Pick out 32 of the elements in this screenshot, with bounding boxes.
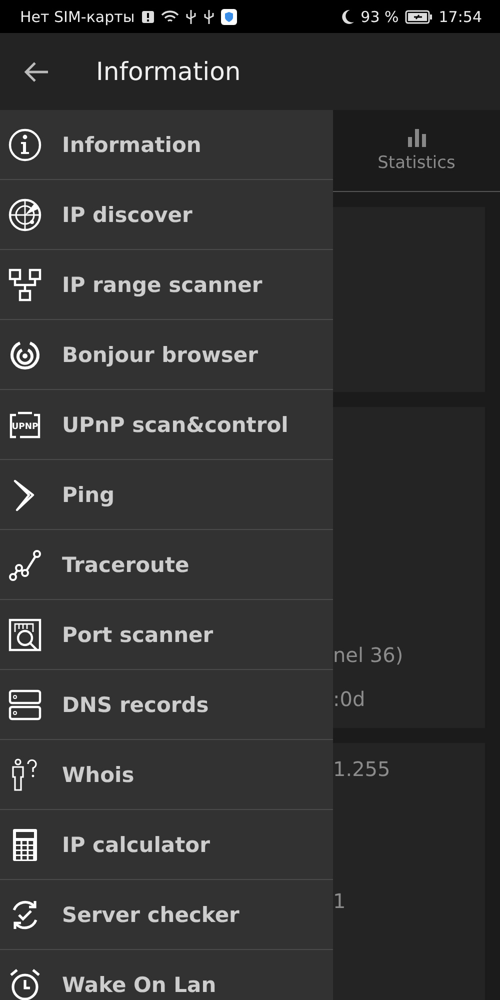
server-icon <box>8 688 42 722</box>
drawer-item[interactable]: IP range scanner <box>0 250 333 320</box>
drawer-item[interactable]: IP discover <box>0 180 333 250</box>
wifi-icon <box>160 10 179 24</box>
card-text: 1.255 <box>333 757 390 782</box>
drawer-item[interactable]: Bonjour browser <box>0 320 333 390</box>
card-text: 1 <box>333 889 346 914</box>
moon-icon <box>340 8 355 24</box>
back-arrow-icon[interactable] <box>24 60 50 82</box>
alert-icon <box>140 10 155 24</box>
drawer-item[interactable]: DNS records <box>0 670 333 740</box>
shield-icon <box>220 8 237 24</box>
screen-title: Information <box>96 57 241 86</box>
port-search-icon <box>8 618 42 652</box>
statistics-tab[interactable]: Statistics <box>333 110 500 192</box>
battery-charging-icon <box>404 10 433 24</box>
drawer-item[interactable]: IP calculator <box>0 810 333 880</box>
drawer-item[interactable]: Information <box>0 110 333 180</box>
card-text: :0d <box>333 686 366 711</box>
card-text: nel 36) <box>333 642 404 667</box>
usb-icon <box>184 8 197 24</box>
network-icon <box>8 268 42 302</box>
line-graph-icon <box>8 548 42 582</box>
usb-icon <box>202 8 215 24</box>
bar-chart-icon <box>406 128 426 147</box>
drawer-item[interactable]: Port scanner <box>0 600 333 670</box>
info-icon <box>8 128 42 162</box>
carrier-text: Нет SIM-карты <box>20 8 135 26</box>
alarm-clock-icon <box>8 968 42 1000</box>
radar-icon <box>8 198 42 232</box>
clock-time: 17:54 <box>438 8 482 26</box>
battery-percent: 93 % <box>360 8 399 26</box>
